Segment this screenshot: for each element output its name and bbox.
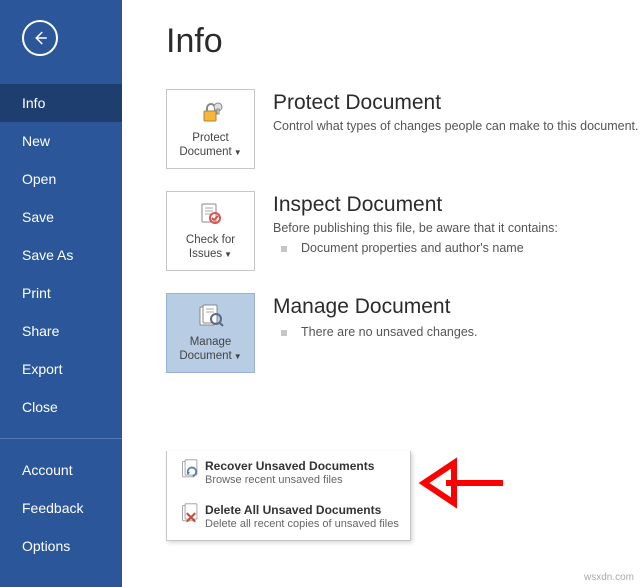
manage-document-button[interactable]: Manage Document▼	[166, 293, 255, 373]
tile-label-line2: Document	[179, 146, 231, 158]
tile-label-line1: Check for	[186, 234, 235, 246]
nav-list: Info New Open Save Save As Print Share E…	[0, 84, 122, 565]
protect-title: Protect Document	[273, 91, 639, 115]
backstage-sidebar: Info New Open Save Save As Print Share E…	[0, 0, 122, 587]
nav-save[interactable]: Save	[0, 198, 122, 236]
lock-icon	[198, 99, 224, 127]
inspect-section: Check for Issues▼ Inspect Document Befor…	[166, 191, 640, 271]
tile-label-line2: Issues	[189, 248, 222, 260]
protect-section: Protect Document▼ Protect Document Contr…	[166, 89, 640, 169]
manage-desc: There are no unsaved changes.	[273, 325, 478, 339]
manage-title: Manage Document	[273, 295, 478, 319]
back-button[interactable]	[22, 20, 58, 56]
nav-save-as[interactable]: Save As	[0, 236, 122, 274]
page-title: Info	[166, 22, 640, 61]
delete-all-unsaved-documents-item[interactable]: Delete All Unsaved Documents Delete all …	[167, 495, 410, 539]
nav-options[interactable]: Options	[0, 527, 122, 565]
chevron-down-icon: ▼	[224, 250, 232, 259]
delete-desc: Delete all recent copies of unsaved file…	[205, 517, 400, 531]
manage-section: Manage Document▼ Manage Document There a…	[166, 293, 640, 373]
protect-desc: Control what types of changes people can…	[273, 119, 639, 133]
tile-label-line1: Protect	[192, 132, 228, 144]
manage-document-icon	[197, 303, 225, 331]
delete-icon	[177, 503, 205, 531]
nav-close[interactable]: Close	[0, 388, 122, 426]
recover-desc: Browse recent unsaved files	[205, 473, 400, 487]
watermark: wsxdn.com	[584, 572, 634, 583]
nav-feedback[interactable]: Feedback	[0, 489, 122, 527]
inspect-desc: Before publishing this file, be aware th…	[273, 221, 558, 235]
check-for-issues-button[interactable]: Check for Issues▼	[166, 191, 255, 271]
nav-share[interactable]: Share	[0, 312, 122, 350]
nav-export[interactable]: Export	[0, 350, 122, 388]
nav-print[interactable]: Print	[0, 274, 122, 312]
tile-label-line1: Manage	[190, 336, 232, 348]
recover-unsaved-documents-item[interactable]: Recover Unsaved Documents Browse recent …	[167, 451, 410, 495]
recover-icon	[177, 459, 205, 487]
nav-account[interactable]: Account	[0, 451, 122, 489]
manage-document-menu: Recover Unsaved Documents Browse recent …	[166, 451, 411, 541]
inspect-title: Inspect Document	[273, 193, 558, 217]
check-issues-icon	[198, 201, 224, 229]
back-arrow-icon	[31, 29, 49, 47]
nav-divider	[0, 438, 122, 439]
recover-title: Recover Unsaved Documents	[205, 459, 400, 473]
protect-document-button[interactable]: Protect Document▼	[166, 89, 255, 169]
chevron-down-icon: ▼	[234, 352, 242, 361]
tile-label-line2: Document	[179, 350, 231, 362]
nav-open[interactable]: Open	[0, 160, 122, 198]
chevron-down-icon: ▼	[234, 148, 242, 157]
nav-info[interactable]: Info	[0, 84, 122, 122]
inspect-bullet: Document properties and author's name	[273, 241, 558, 255]
delete-title: Delete All Unsaved Documents	[205, 503, 400, 517]
nav-new[interactable]: New	[0, 122, 122, 160]
